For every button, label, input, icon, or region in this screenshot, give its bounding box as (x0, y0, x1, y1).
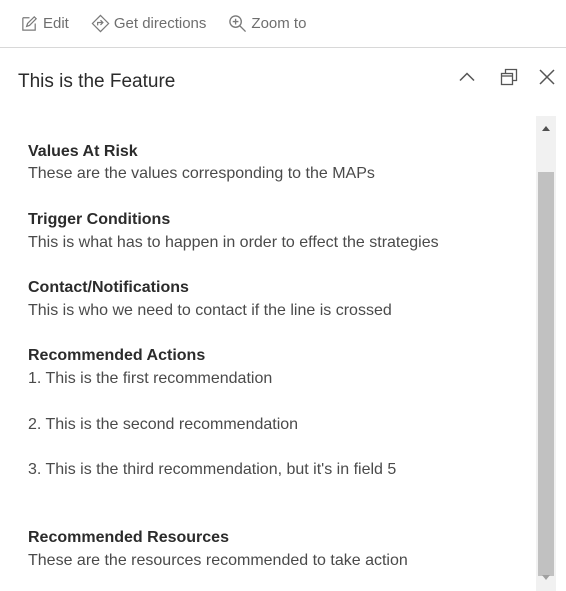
edit-button[interactable]: Edit (20, 14, 69, 33)
triangle-down-icon (542, 575, 550, 580)
close-button[interactable] (535, 65, 559, 89)
zoom-in-icon (229, 15, 247, 33)
feature-content: Values At Risk These are the values corr… (0, 116, 536, 591)
get-directions-button[interactable]: Get directions (91, 14, 207, 33)
chevron-up-icon (459, 72, 475, 82)
edit-icon (22, 15, 38, 31)
field-label-values-at-risk: Values At Risk (28, 143, 138, 160)
field-label-recommended-resources: Recommended Resources (28, 529, 229, 546)
zoom-to-label: Zoom to (251, 15, 307, 32)
field-label-trigger-conditions: Trigger Conditions (28, 211, 171, 228)
field-label-recommended-actions: Recommended Actions (28, 347, 206, 364)
get-directions-label: Get directions (113, 15, 207, 32)
field-value-contact-notifications: This is who we need to contact if the li… (28, 302, 392, 319)
action-toolbar: Edit Get directions Zoom to (0, 0, 566, 48)
scrollbar-thumb[interactable] (538, 172, 554, 576)
field-value-values-at-risk: These are the values corresponding to th… (28, 165, 375, 182)
recommended-action-3: 3. This is the third recommendation, but… (28, 461, 397, 478)
field-label-contact-notifications: Contact/Notifications (28, 279, 189, 296)
feature-title: This is the Feature (18, 71, 176, 92)
directions-icon (91, 14, 110, 33)
edit-label: Edit (43, 15, 69, 32)
scroll-up-button[interactable] (536, 118, 556, 138)
scroll-down-button[interactable] (536, 568, 556, 588)
scrollbar[interactable] (536, 116, 556, 591)
close-icon (539, 69, 555, 85)
feature-header: This is the Feature (0, 49, 566, 115)
recommended-action-1: 1. This is the first recommendation (28, 370, 273, 387)
field-value-recommended-resources: These are the resources recommended to t… (28, 552, 408, 569)
zoom-to-button[interactable]: Zoom to (228, 14, 306, 33)
dock-button[interactable] (497, 65, 521, 89)
dock-icon (500, 68, 518, 86)
recommended-action-2: 2. This is the second recommendation (28, 416, 299, 433)
collapse-button[interactable] (455, 65, 479, 89)
triangle-up-icon (542, 126, 550, 131)
field-value-trigger-conditions: This is what has to happen in order to e… (28, 234, 439, 251)
